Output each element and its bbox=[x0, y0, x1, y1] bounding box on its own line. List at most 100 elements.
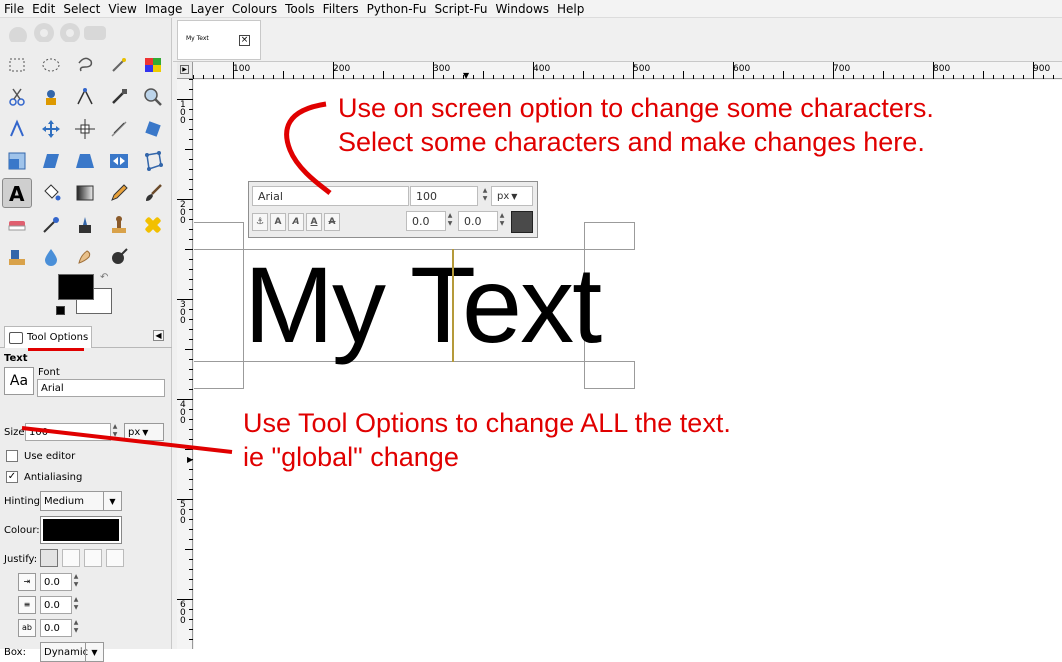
airbrush-icon[interactable] bbox=[36, 210, 66, 240]
justify-center-button[interactable] bbox=[84, 549, 102, 567]
font-field[interactable]: Arial bbox=[37, 379, 165, 397]
paths-icon[interactable] bbox=[70, 82, 100, 112]
clone-icon[interactable] bbox=[104, 210, 134, 240]
rect-select-icon[interactable] bbox=[2, 50, 32, 80]
menu-script-fu[interactable]: Script-Fu bbox=[430, 2, 491, 16]
ink-icon[interactable] bbox=[70, 210, 100, 240]
vertical-ruler[interactable]: 100 200 300 400 500 600 ▶ bbox=[177, 79, 193, 649]
font-preview-button[interactable]: Aa bbox=[4, 367, 34, 395]
tab-tool-options[interactable]: Tool Options bbox=[4, 326, 92, 348]
rotate-icon[interactable] bbox=[138, 114, 168, 144]
image-tab[interactable]: My Text × bbox=[177, 20, 261, 60]
menu-file[interactable]: File bbox=[0, 2, 28, 16]
menu-select[interactable]: Select bbox=[59, 2, 104, 16]
menu-colours[interactable]: Colours bbox=[228, 2, 281, 16]
blur-icon[interactable] bbox=[36, 242, 66, 272]
text-box-handle-bottom-left[interactable] bbox=[194, 361, 244, 389]
foreground-select-icon[interactable] bbox=[36, 82, 66, 112]
colour-button[interactable] bbox=[40, 516, 122, 544]
blend-icon[interactable] bbox=[70, 178, 100, 208]
size-spinner[interactable]: ▲ ▼ bbox=[111, 423, 119, 441]
justify-left-button[interactable] bbox=[40, 549, 58, 567]
menu-filters[interactable]: Filters bbox=[319, 2, 363, 16]
fuzzy-select-icon[interactable] bbox=[104, 50, 134, 80]
menu-windows[interactable]: Windows bbox=[491, 2, 553, 16]
hinting-select[interactable]: Medium ▼ bbox=[40, 491, 122, 511]
chevron-down-icon: ▼ bbox=[103, 492, 121, 510]
default-colors-icon[interactable] bbox=[56, 306, 65, 315]
menu-edit[interactable]: Edit bbox=[28, 2, 59, 16]
paintbrush-icon[interactable] bbox=[138, 178, 168, 208]
line-spacing-field[interactable]: 0.0 bbox=[40, 596, 72, 614]
lasso-icon[interactable] bbox=[70, 50, 100, 80]
style-unit-select[interactable]: px ▼ bbox=[491, 186, 533, 206]
menu-tools[interactable]: Tools bbox=[281, 2, 319, 16]
size-unit-select[interactable]: px ▼ bbox=[124, 423, 164, 441]
measure-icon[interactable] bbox=[2, 114, 32, 144]
kerning-field[interactable]: 0.0 bbox=[458, 211, 498, 231]
kerning-spinner[interactable]: ▲ ▼ bbox=[498, 212, 506, 230]
foreground-color[interactable] bbox=[58, 274, 94, 300]
style-colour-button[interactable] bbox=[511, 211, 533, 233]
size-field[interactable]: 100 bbox=[25, 423, 111, 441]
close-icon[interactable]: × bbox=[239, 35, 250, 46]
style-size-spinner[interactable]: ▲ ▼ bbox=[481, 187, 489, 205]
cage-transform-icon[interactable] bbox=[138, 146, 168, 176]
perspective-icon[interactable] bbox=[70, 146, 100, 176]
ellipse-select-icon[interactable] bbox=[36, 50, 66, 80]
move-icon[interactable] bbox=[36, 114, 66, 144]
pencil-icon[interactable] bbox=[104, 178, 134, 208]
baseline-spinner[interactable]: ▲ ▼ bbox=[446, 212, 454, 230]
justify-right-button[interactable] bbox=[62, 549, 80, 567]
baseline-field[interactable]: 0.0 bbox=[406, 211, 446, 231]
color-picker-icon[interactable] bbox=[104, 82, 134, 112]
fg-bg-colors[interactable]: ↶ bbox=[56, 272, 116, 318]
indent-field[interactable]: 0.0 bbox=[40, 573, 72, 591]
ruler-corner[interactable]: ▶ bbox=[177, 62, 193, 79]
menu-view[interactable]: View bbox=[104, 2, 140, 16]
dodge-burn-icon[interactable] bbox=[104, 242, 134, 272]
italic-icon[interactable]: A bbox=[288, 213, 304, 231]
text-box-handle-bottom-right[interactable] bbox=[584, 361, 635, 389]
strikethrough-icon[interactable]: A bbox=[324, 213, 340, 231]
dock-menu-icon[interactable]: ◀ bbox=[153, 330, 164, 341]
h-ruler-label: 200 bbox=[333, 64, 351, 74]
text-tool-icon[interactable]: A bbox=[2, 178, 32, 208]
crop-icon[interactable] bbox=[104, 114, 134, 144]
scale-icon[interactable] bbox=[2, 146, 32, 176]
zoom-icon[interactable] bbox=[138, 82, 168, 112]
style-size-field[interactable]: 100 bbox=[410, 186, 478, 206]
swap-colors-icon[interactable]: ↶ bbox=[100, 272, 108, 283]
shear-icon[interactable] bbox=[36, 146, 66, 176]
flip-icon[interactable] bbox=[104, 146, 134, 176]
scissors-icon[interactable] bbox=[2, 82, 32, 112]
line-spacing-spinner[interactable]: ▲ ▼ bbox=[72, 596, 80, 614]
perspective-clone-icon[interactable] bbox=[2, 242, 32, 272]
menu-python-fu[interactable]: Python-Fu bbox=[363, 2, 431, 16]
text-cursor bbox=[452, 249, 454, 362]
horizontal-ruler[interactable]: 100 200 300 400 500 600 700 800 900 ▼ bbox=[193, 62, 1062, 80]
antialiasing-checkbox[interactable]: ✓ bbox=[6, 471, 18, 483]
letter-spacing-field[interactable]: 0.0 bbox=[40, 619, 72, 637]
style-font-field[interactable]: Arial bbox=[252, 186, 409, 206]
use-editor-checkbox[interactable] bbox=[6, 450, 18, 462]
text-box-handle-top-left[interactable] bbox=[194, 222, 244, 250]
indent-spinner[interactable]: ▲ ▼ bbox=[72, 573, 80, 591]
dock-tab-bar: Tool Options ◀ bbox=[0, 324, 172, 348]
canvas-text[interactable]: My Text bbox=[244, 249, 602, 361]
box-select[interactable]: Dynamic ▼ bbox=[40, 642, 104, 662]
heal-icon[interactable] bbox=[138, 210, 168, 240]
menu-layer[interactable]: Layer bbox=[186, 2, 227, 16]
bold-icon[interactable]: A bbox=[270, 213, 286, 231]
eraser-icon[interactable] bbox=[2, 210, 32, 240]
justify-fill-button[interactable] bbox=[106, 549, 124, 567]
align-icon[interactable] bbox=[70, 114, 100, 144]
bucket-fill-icon[interactable] bbox=[36, 178, 66, 208]
menu-help[interactable]: Help bbox=[553, 2, 588, 16]
letter-spacing-spinner[interactable]: ▲ ▼ bbox=[72, 619, 80, 637]
underline-icon[interactable]: A bbox=[306, 213, 322, 231]
menu-image[interactable]: Image bbox=[141, 2, 187, 16]
smudge-icon[interactable] bbox=[70, 242, 100, 272]
clear-style-icon[interactable]: ⚓ bbox=[252, 213, 268, 231]
color-select-icon[interactable] bbox=[138, 50, 168, 80]
